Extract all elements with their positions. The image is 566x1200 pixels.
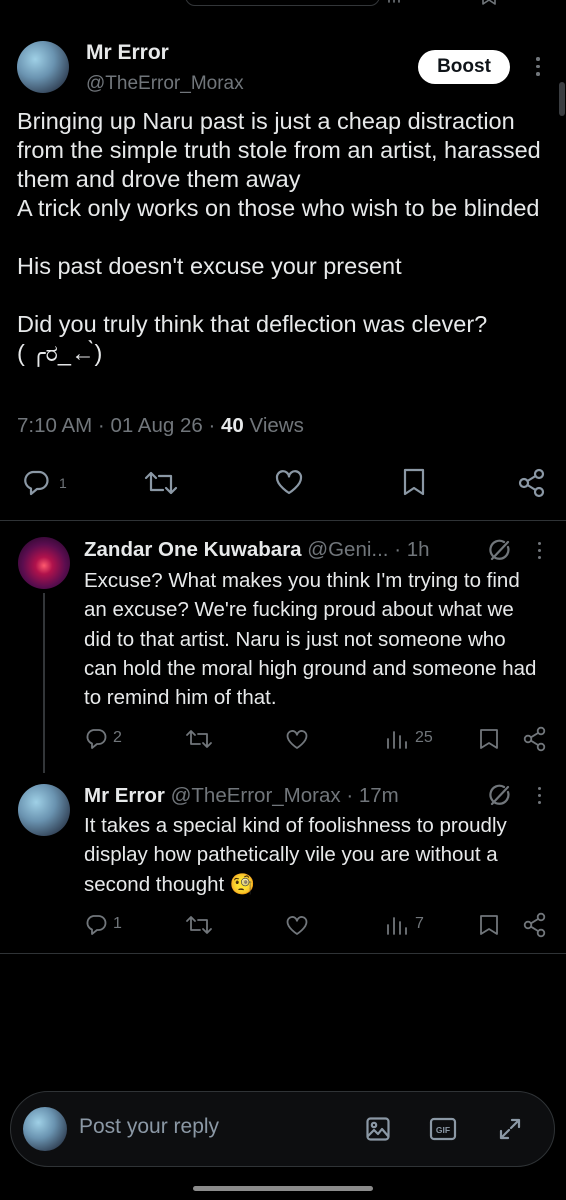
- more-icon[interactable]: [536, 787, 542, 805]
- bookmark-icon[interactable]: [401, 467, 427, 497]
- reply-avatar[interactable]: [18, 537, 70, 589]
- image-icon[interactable]: [365, 1116, 391, 1142]
- views-icon: [388, 0, 400, 3]
- reply-icon: [24, 470, 49, 496]
- more-icon[interactable]: [536, 542, 542, 560]
- author-name[interactable]: Mr Error: [86, 41, 169, 65]
- gif-icon[interactable]: GIF: [429, 1117, 457, 1141]
- divider: [0, 520, 566, 521]
- repost-icon[interactable]: [184, 914, 214, 936]
- top-partial-input: [185, 0, 380, 6]
- reply-author-name[interactable]: Zandar One Kuwabara: [84, 538, 302, 561]
- more-icon[interactable]: [534, 56, 542, 78]
- post-date[interactable]: 01 Aug 26: [110, 414, 202, 437]
- reply-button[interactable]: 2: [84, 727, 134, 751]
- views-icon: [387, 731, 407, 749]
- reply-author-handle[interactable]: @TheError_Morax: [171, 784, 341, 807]
- reply-time[interactable]: 1h: [407, 538, 430, 561]
- views-label: Views: [249, 414, 304, 437]
- svg-text:GIF: GIF: [436, 1125, 450, 1135]
- post-time[interactable]: 7:10 AM: [17, 414, 92, 437]
- divider: [0, 953, 566, 954]
- meta-dot: ·: [340, 784, 359, 807]
- like-icon[interactable]: [285, 727, 309, 751]
- views-count: 40: [221, 414, 244, 437]
- reply-avatar[interactable]: [18, 784, 70, 836]
- reply-count: 1: [59, 475, 67, 491]
- reply-count: 2: [113, 729, 122, 746]
- repost-icon[interactable]: [142, 469, 180, 497]
- share-icon[interactable]: [517, 468, 547, 498]
- meta-dot: ·: [202, 414, 221, 437]
- reply-composer[interactable]: Post your reply GIF: [10, 1091, 555, 1167]
- views-count: 25: [415, 729, 433, 746]
- post-meta: 7:10 AM · 01 Aug 26 · 40 Views: [17, 414, 304, 438]
- reply-header: Zandar One Kuwabara @Geni... · 1h: [84, 538, 430, 562]
- boost-button[interactable]: Boost: [418, 50, 510, 84]
- reply-body: It takes a special kind of foolishness t…: [84, 814, 513, 896]
- post-body: Bringing up Naru past is just a cheap di…: [17, 108, 541, 366]
- reply-header: Mr Error @TheError_Morax · 17m: [84, 784, 399, 808]
- reply-author-handle[interactable]: @Geni...: [307, 538, 388, 561]
- composer-avatar: [23, 1107, 67, 1151]
- repost-icon[interactable]: [184, 728, 214, 750]
- reply-author-name[interactable]: Mr Error: [84, 784, 165, 807]
- scrollbar[interactable]: [559, 82, 565, 116]
- views-count: 7: [415, 915, 424, 932]
- like-icon[interactable]: [285, 913, 309, 937]
- like-icon[interactable]: [274, 467, 304, 497]
- reply-count: 1: [113, 915, 122, 932]
- author-avatar[interactable]: [17, 41, 69, 93]
- top-partial-bar: [0, 0, 566, 12]
- share-icon[interactable]: [522, 726, 548, 752]
- bookmark-icon[interactable]: [478, 727, 500, 751]
- reply-button[interactable]: 1: [22, 469, 72, 499]
- reply-icon: [86, 915, 107, 935]
- reply-time[interactable]: 17m: [359, 784, 399, 807]
- share-icon[interactable]: [522, 912, 548, 938]
- grok-icon[interactable]: [486, 538, 512, 564]
- bookmark-icon[interactable]: [478, 913, 500, 937]
- author-handle[interactable]: @TheError_Morax: [86, 73, 244, 95]
- share-icon: [524, 0, 546, 6]
- reply-icon: [86, 729, 107, 749]
- grok-icon[interactable]: [486, 783, 512, 809]
- reply-input[interactable]: Post your reply: [79, 1115, 219, 1139]
- home-indicator[interactable]: [193, 1186, 373, 1191]
- views-icon: [387, 917, 407, 935]
- reply-body: Excuse? What makes you think I'm trying …: [84, 569, 543, 710]
- bookmark-icon: [482, 0, 496, 5]
- views-button[interactable]: 7: [385, 913, 445, 937]
- meta-dot: ·: [394, 538, 407, 561]
- thread-line: [43, 593, 45, 773]
- reply-button[interactable]: 1: [84, 913, 134, 937]
- views-button[interactable]: 25: [385, 727, 445, 751]
- expand-icon[interactable]: [497, 1116, 523, 1142]
- meta-dot: ·: [92, 414, 111, 437]
